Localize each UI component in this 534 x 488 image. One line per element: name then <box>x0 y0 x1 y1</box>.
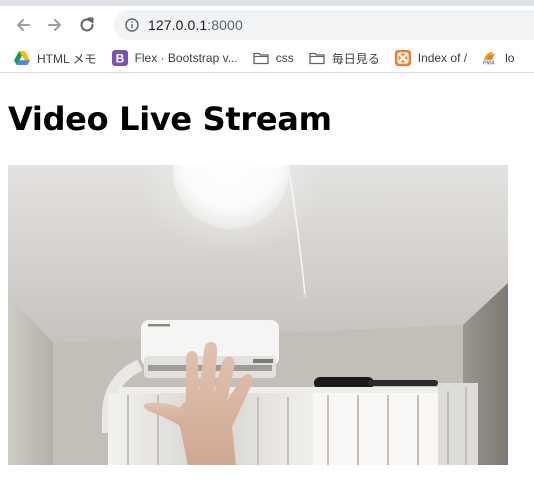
site-info-icon[interactable] <box>124 17 140 33</box>
bookmark-label: lo <box>505 51 515 65</box>
forward-button[interactable] <box>44 14 66 36</box>
address-bar[interactable]: 127.0.0.1:8000 <box>114 10 534 40</box>
bookmark-bootstrap[interactable]: B Flex · Bootstrap v... <box>111 46 238 70</box>
svg-text:B: B <box>115 52 124 66</box>
forward-arrow-icon <box>48 19 61 31</box>
reload-icon <box>80 17 94 32</box>
browser-window: 127.0.0.1:8000 HTML メモ B Flex · Bootstra… <box>0 0 534 488</box>
bookmark-folder-daily[interactable]: 毎日見る <box>309 46 380 70</box>
back-button[interactable] <box>12 14 34 36</box>
url-port: :8000 <box>207 17 243 33</box>
url-host: 127.0.0.1 <box>148 17 208 33</box>
xampp-icon <box>394 50 411 66</box>
bookmarks-bar: HTML メモ B Flex · Bootstrap v... css 毎日見る… <box>0 44 534 73</box>
google-drive-icon <box>14 50 30 66</box>
bookmark-label: 毎日見る <box>331 51 380 66</box>
url-text[interactable]: 127.0.0.1:8000 <box>148 17 243 33</box>
video-stream <box>8 165 508 465</box>
back-arrow-icon <box>17 19 30 31</box>
phpmyadmin-icon: PMA <box>482 50 498 66</box>
folder-icon <box>309 50 325 66</box>
bootstrap-icon: B <box>111 50 128 66</box>
svg-text:PMA: PMA <box>483 61 495 66</box>
reload-button[interactable] <box>76 14 98 36</box>
bookmark-label: HTML メモ <box>37 51 97 66</box>
bookmark-phpmyadmin[interactable]: PMA lo <box>482 46 514 70</box>
bookmark-index-of[interactable]: Index of / <box>394 46 468 70</box>
bookmark-html-memo[interactable]: HTML メモ <box>14 46 97 70</box>
bookmark-label: Flex · Bootstrap v... <box>134 51 238 65</box>
bookmark-label: Index of / <box>417 51 468 65</box>
video-stream-frame <box>8 165 508 465</box>
folder-icon <box>253 50 269 66</box>
browser-toolbar: 127.0.0.1:8000 <box>0 6 534 44</box>
page-title: Video Live Stream <box>8 100 332 138</box>
bookmark-folder-css[interactable]: css <box>253 46 294 70</box>
bookmark-label: css <box>275 51 294 65</box>
